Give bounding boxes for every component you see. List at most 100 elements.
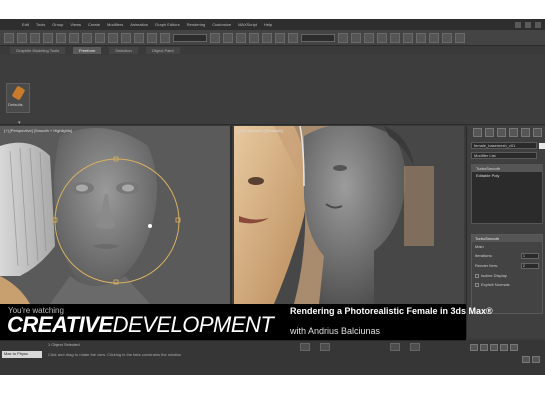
viewport-label[interactable]: [+] [Perspective] [Smooth + Highlights] [4, 128, 72, 133]
iterations-label: Iterations: [475, 253, 493, 258]
brand-logo: CREATIVEDEVELOPMENT [7, 312, 274, 337]
stack-item-editable-poly[interactable]: Editable Poly [472, 172, 542, 179]
lock-selection-icon[interactable] [300, 343, 310, 351]
modify-tab-icon[interactable] [485, 128, 494, 137]
schematic-icon[interactable] [403, 32, 413, 43]
menu-item-maxscript[interactable]: MAXScript [238, 22, 257, 27]
menu-bar: Edit Tools Group Views Create Modifiers Animat… [0, 19, 545, 30]
spinner-snap-icon[interactable] [288, 32, 298, 43]
viewport-label[interactable]: [+] [Camera01] [Realistic] [238, 128, 283, 133]
select-by-name-icon[interactable] [95, 32, 105, 43]
menu-item-edit[interactable]: Edit [22, 22, 29, 27]
unlink-icon[interactable] [43, 32, 53, 43]
paint-deform-tool-button[interactable]: Defaults [6, 83, 30, 113]
ribbon-tab-selection[interactable]: Selection [109, 47, 138, 54]
undo-icon[interactable] [4, 32, 14, 43]
object-color-swatch[interactable] [539, 143, 545, 149]
minimize-icon[interactable] [515, 21, 521, 28]
angle-snap-icon[interactable] [262, 32, 272, 43]
course-title: Rendering a Photorealistic Female in 3ds… [290, 306, 493, 316]
pivot-icon[interactable] [210, 32, 220, 43]
tool-label: Defaults [8, 102, 23, 107]
menu-item-views[interactable]: Views [70, 22, 81, 27]
next-frame-icon[interactable] [500, 344, 508, 351]
menu-item-tools[interactable]: Tools [36, 22, 45, 27]
isoline-label: Isoline Display [481, 273, 507, 278]
menu-item-rendering[interactable]: Rendering [187, 22, 205, 27]
ribbon-tab-graphite-modeling-tools[interactable]: Graphite Modeling Tools [10, 47, 66, 54]
bind-spacewarp-icon[interactable] [56, 32, 66, 43]
modifier-list-dropdown[interactable]: Modifier List [471, 152, 537, 159]
layers-icon[interactable] [364, 32, 374, 43]
menu-item-animation[interactable]: Animation [130, 22, 148, 27]
auto-key-button[interactable] [390, 343, 400, 351]
close-icon[interactable] [535, 21, 541, 28]
keyboard-shortcut-icon[interactable] [236, 32, 246, 43]
maximize-icon[interactable] [525, 21, 531, 28]
menu-item-customize[interactable]: Customize [212, 22, 231, 27]
go-to-start-icon[interactable] [470, 344, 478, 351]
prompt-line: Click and drag to rotate the view. Click… [48, 352, 182, 357]
move-icon[interactable] [134, 32, 144, 43]
render-icon[interactable] [455, 32, 465, 43]
ribbon-tab-object-paint[interactable]: Object Paint [145, 47, 180, 54]
graphite-icon[interactable] [377, 32, 387, 43]
display-tab-icon[interactable] [521, 128, 530, 137]
menu-item-help[interactable]: Help [264, 22, 272, 27]
selection-status: 1 Object Selected [48, 342, 80, 347]
menu-item-create[interactable]: Create [88, 22, 100, 27]
link-icon[interactable] [30, 32, 40, 43]
viewport-perspective[interactable]: [+] [Perspective] [Smooth + Highlights] [0, 126, 232, 304]
render-iters-label: Render Iters: [475, 263, 499, 268]
redo-icon[interactable] [17, 32, 27, 43]
explicit-normals-checkbox[interactable] [475, 282, 479, 287]
align-icon[interactable] [351, 32, 361, 43]
rect-region-icon[interactable] [108, 32, 118, 43]
main-toolbar [0, 30, 545, 46]
snaps-icon[interactable] [249, 32, 259, 43]
set-key-button[interactable] [410, 343, 420, 351]
brand-part2: DEVELOPMENT [112, 312, 274, 337]
viewport-render [234, 126, 464, 304]
hierarchy-tab-icon[interactable] [497, 128, 506, 137]
motion-tab-icon[interactable] [509, 128, 518, 137]
material-editor-icon[interactable] [416, 32, 426, 43]
window-crossing-icon[interactable] [121, 32, 131, 43]
isoline-checkbox[interactable] [475, 273, 479, 278]
ribbon-tab-freeform[interactable]: Freeform [73, 47, 102, 54]
rollout-title[interactable]: TurboSmooth [472, 235, 542, 242]
render-iters-spinner[interactable]: 2 [521, 263, 539, 269]
menu-item-group[interactable]: Group [52, 22, 63, 27]
ribbon-tabs: Graphite Modeling Tools Freeform Selection… [0, 46, 545, 55]
orbit-icon[interactable] [532, 356, 540, 363]
play-icon[interactable] [490, 344, 498, 351]
render-setup-icon[interactable] [429, 32, 439, 43]
viewport-camera[interactable]: [+] [Camera01] [Realistic] [234, 126, 464, 304]
menu-item-modifiers[interactable]: Modifiers [107, 22, 123, 27]
scale-icon[interactable] [160, 32, 170, 43]
go-to-end-icon[interactable] [510, 344, 518, 351]
stack-item-turbosmooth[interactable]: TurboSmooth [472, 165, 542, 172]
modifier-stack: TurboSmooth Editable Poly [471, 164, 543, 224]
iterations-spinner[interactable]: 1 [521, 253, 539, 259]
absolute-mode-icon[interactable] [320, 343, 330, 351]
mirror-icon[interactable] [338, 32, 348, 43]
zoom-extents-icon[interactable] [522, 356, 530, 363]
previous-frame-icon[interactable] [480, 344, 488, 351]
select-icon[interactable] [82, 32, 92, 43]
ribbon-panel: Defaults ▾ [0, 55, 545, 126]
selection-filter-icon[interactable] [69, 32, 79, 43]
percent-snap-icon[interactable] [275, 32, 285, 43]
curve-editor-icon[interactable] [390, 32, 400, 43]
select-manipulate-icon[interactable] [223, 32, 233, 43]
create-tab-icon[interactable] [473, 128, 482, 137]
brush-icon [11, 85, 26, 101]
named-selection-icon[interactable] [301, 33, 335, 42]
object-name-field[interactable]: female_basemesh_v01 [471, 142, 537, 149]
menu-item-graph-editors[interactable]: Graph Editors [155, 22, 180, 27]
rendered-frame-icon[interactable] [442, 32, 452, 43]
maxscript-listener[interactable]: Max to Physc [2, 351, 42, 358]
rotate-icon[interactable] [147, 32, 157, 43]
ref-coord-icon[interactable] [173, 33, 207, 42]
utilities-tab-icon[interactable] [533, 128, 542, 137]
